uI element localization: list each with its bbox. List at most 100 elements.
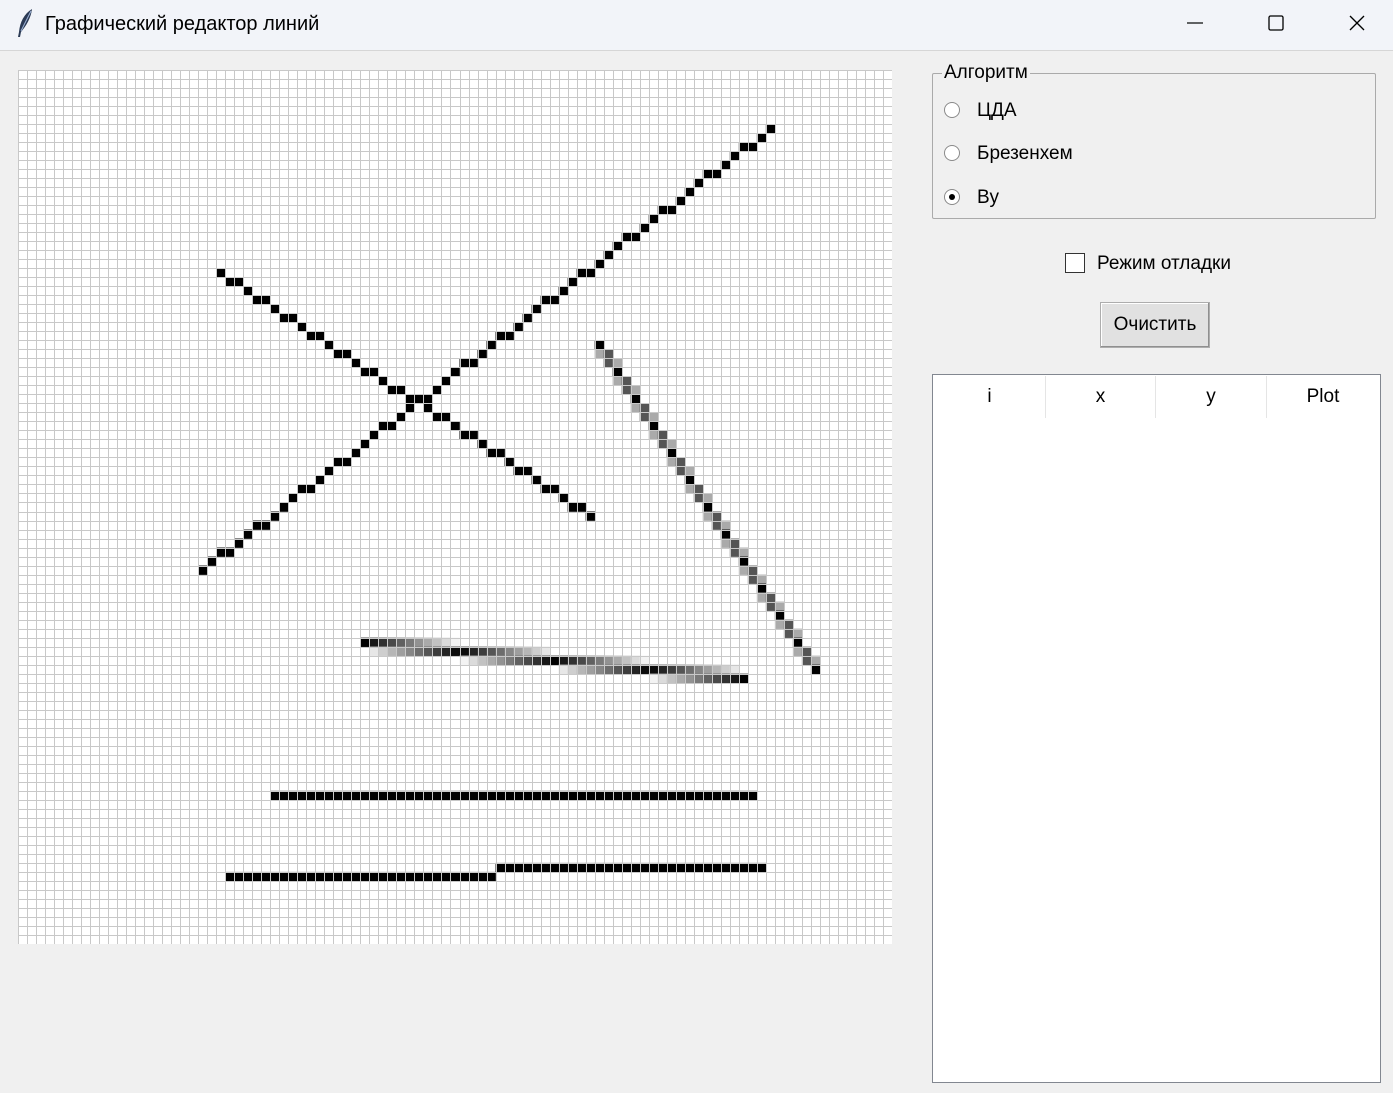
canvas-pixel [369,790,379,801]
canvas-pixel [333,790,343,801]
canvas-pixel [297,871,307,882]
close-button[interactable] [1317,0,1393,46]
canvas-pixel [747,790,758,801]
canvas-pixel [720,673,731,684]
canvas-pixel [558,862,568,873]
canvas-pixel [450,646,460,656]
canvas-pixel [549,790,559,801]
canvas-pixel [720,790,731,801]
canvas-pixel [729,790,740,801]
canvas-pixel [711,664,722,674]
debug-table[interactable]: i x y Plot [932,374,1381,1083]
canvas-pixel [594,664,604,674]
canvas-pixel [666,457,677,467]
canvas-pixel [630,403,641,413]
canvas-pixel [702,169,713,179]
canvas-pixel [270,790,280,801]
canvas-pixel [333,871,343,882]
canvas-pixel [279,871,289,882]
canvas-pixel [603,790,613,801]
canvas-pixel [630,862,641,873]
canvas-pixel [774,619,785,629]
canvas-pixel [774,601,785,611]
canvas-pixel [378,421,388,431]
column-header-y[interactable]: y [1156,376,1267,418]
debug-mode-checkbox[interactable]: Режим отладки [1065,249,1305,279]
minimize-button[interactable] [1155,0,1235,46]
canvas-pixel [396,385,406,395]
canvas-pixel [576,502,586,512]
canvas-pixel [342,790,352,801]
maximize-button[interactable] [1236,0,1316,46]
canvas-pixel [576,655,586,665]
drawing-canvas[interactable] [18,70,892,944]
canvas-pixel [396,412,406,422]
canvas-pixel [378,376,388,386]
column-header-x[interactable]: x [1046,376,1156,418]
canvas-pixel [450,421,460,431]
canvas-pixel [729,151,740,161]
canvas-pixel [306,871,316,882]
canvas-pixel [783,619,794,629]
canvas-pixel [396,646,406,656]
canvas-pixel [756,862,767,873]
canvas-pixel [639,655,650,665]
canvas-pixel [657,664,668,674]
canvas-pixel [558,493,568,503]
canvas-pixel [792,646,803,656]
canvas-pixel [693,790,704,801]
canvas-pixel [675,457,686,467]
canvas-pixel [612,358,622,368]
canvas-pixel [639,412,650,422]
canvas-pixel [810,664,821,674]
canvas-pixel [639,790,650,801]
canvas-pixel [648,673,659,684]
canvas-pixel [702,790,713,801]
canvas-pixel [405,871,415,882]
canvas-pixel [342,871,352,882]
canvas-pixel [621,232,632,242]
canvas-pixel [792,637,803,647]
canvas-pixel [738,790,749,801]
canvas-pixel [234,871,244,882]
canvas-pixel [594,790,604,801]
canvas-pixel [585,790,595,801]
canvas-pixel [549,655,559,665]
canvas-pixel [306,790,316,801]
canvas-pixel [333,457,343,467]
canvas-pixel [684,187,695,197]
canvas-pixel [585,862,595,873]
canvas-pixel [693,862,704,873]
canvas-pixel [747,142,758,152]
canvas-pixel [576,664,586,674]
column-header-i[interactable]: i [934,376,1046,418]
radio-bresenham[interactable]: Брезенхем [944,139,1244,169]
canvas-pixel [297,790,307,801]
canvas-pixel [432,871,442,882]
canvas-pixel [666,790,677,801]
feather-icon [14,8,38,38]
canvas-pixel [378,790,388,801]
canvas-pixel [324,871,334,882]
canvas-pixel [297,484,307,494]
radio-wu[interactable]: Ву [944,183,1244,213]
canvas-pixel [702,502,713,512]
canvas-pixel [603,358,613,368]
canvas-pixel [288,493,298,503]
canvas-pixel [711,169,722,179]
canvas-pixel [666,664,677,674]
canvas-pixel [414,637,424,647]
canvas-pixel [693,493,704,503]
clear-button[interactable]: Очистить [1100,302,1210,348]
canvas-pixel [387,421,397,431]
canvas-pixel [693,484,704,494]
canvas-pixel [405,637,415,647]
canvas-pixel [549,484,559,494]
column-header-plot[interactable]: Plot [1267,376,1379,418]
canvas-pixel [315,475,325,485]
radio-dda[interactable]: ЦДА [944,96,1244,126]
canvas-pixel [621,376,632,386]
canvas-pixel [243,871,253,882]
canvas-pixel [621,790,632,801]
canvas-pixel [369,430,379,440]
